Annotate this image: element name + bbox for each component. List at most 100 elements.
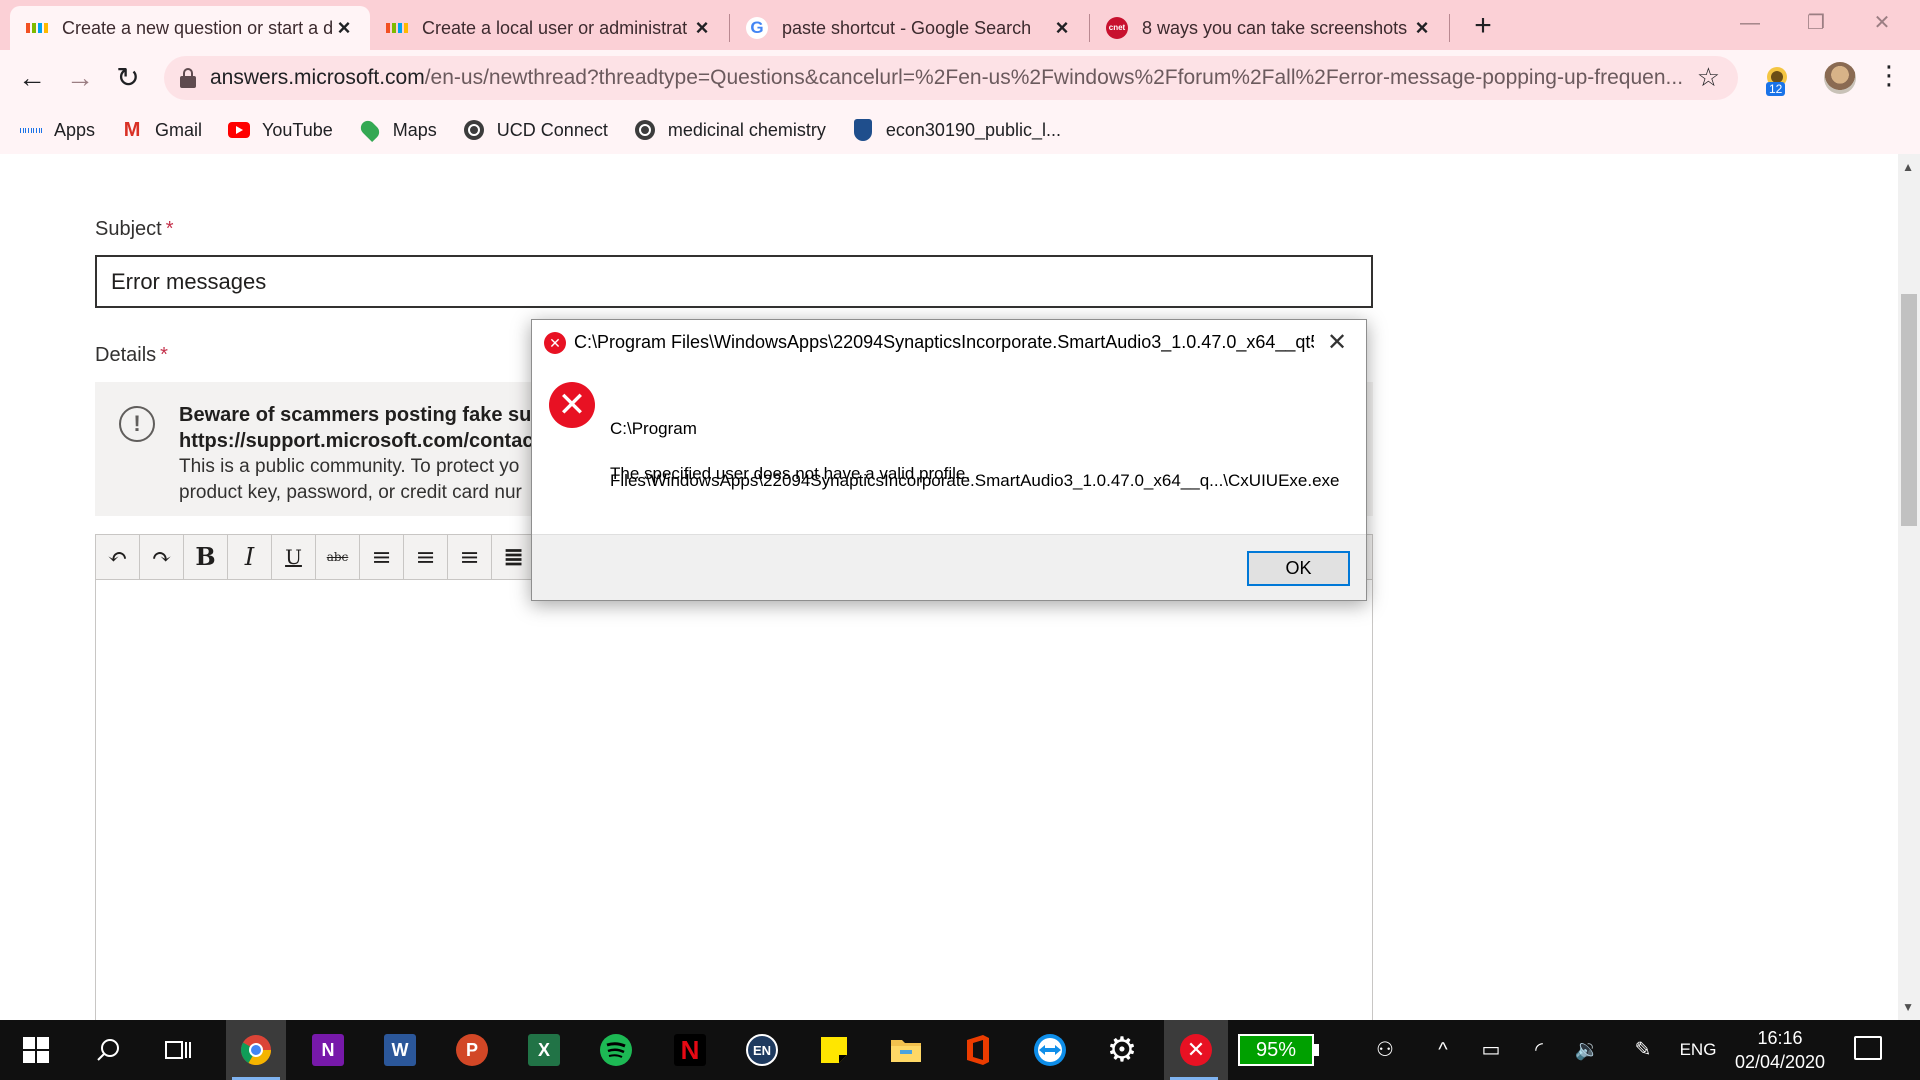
close-tab-icon[interactable]: × [1050,16,1074,40]
battery-nub [1314,1044,1319,1056]
minimize-button[interactable]: — [1720,6,1780,40]
bookmark-econ30190[interactable]: econ30190_public_l... [852,119,1061,141]
subject-label: Subject * [95,218,174,240]
tab-google-search[interactable]: G paste shortcut - Google Search × [730,6,1088,50]
profile-avatar[interactable] [1824,62,1856,94]
dialog-titlebar[interactable]: ✕ C:\Program Files\WindowsApps\22094Syna… [532,320,1366,366]
notifications-icon[interactable] [1854,1036,1882,1060]
tab-title: 8 ways you can take screenshots [1142,17,1408,38]
tab-separator [1449,14,1450,42]
start-button[interactable] [6,1020,66,1080]
search-button[interactable] [78,1020,138,1080]
warning-title: Beware of scammers posting fake suppo ht… [179,404,569,452]
bookmark-ucd-connect[interactable]: UCD Connect [463,119,608,141]
taskbar-file-explorer[interactable] [876,1020,936,1080]
taskbar-powerpoint[interactable]: P [442,1020,502,1080]
taskbar-language-app[interactable]: EN [732,1020,792,1080]
error-icon: ✕ [1180,1034,1212,1066]
taskbar-excel[interactable]: X [514,1020,574,1080]
lock-icon [180,68,196,88]
forward-button[interactable]: → [62,60,98,96]
restore-button[interactable]: ❐ [1786,6,1846,40]
clock-date: 02/04/2020 [1734,1052,1826,1072]
taskbar-office[interactable] [948,1020,1008,1080]
task-view-button[interactable] [148,1020,208,1080]
bookmark-label: YouTube [262,119,333,140]
bookmark-maps[interactable]: Maps [357,117,437,143]
spotify-icon [600,1034,632,1066]
bookmark-star-icon[interactable]: ☆ [1697,62,1720,93]
bookmark-label: Maps [392,119,437,140]
close-tab-icon[interactable]: × [1410,16,1434,40]
bold-icon[interactable]: B [184,535,228,579]
scroll-thumb[interactable] [1901,294,1917,526]
excel-icon: X [528,1034,560,1066]
sticky-notes-icon [821,1037,847,1063]
powerpoint-icon: P [456,1034,488,1066]
clock-time: 16:16 [1757,1028,1803,1048]
bookmark-medicinal-chemistry[interactable]: medicinal chemistry [634,119,826,141]
tab-cnet-screenshots[interactable]: cnet 8 ways you can take screenshots × [1090,6,1448,50]
volume-icon[interactable]: 🔉 [1570,1020,1604,1080]
url-text: answers.microsoft.com/en-us/newthread?th… [210,66,1684,89]
people-icon[interactable]: ⚇ [1368,1020,1402,1080]
pen-icon[interactable]: ✎ [1626,1020,1660,1080]
error-dialog: ✕ C:\Program Files\WindowsApps\22094Syna… [531,319,1367,601]
italic-icon[interactable]: I [228,535,272,579]
align-center-icon[interactable]: ≡ [404,535,448,579]
back-button[interactable]: ← [14,60,50,96]
tab-create-local-user[interactable]: Create a local user or administrat × [370,6,728,50]
taskbar-chrome[interactable] [226,1020,286,1080]
strikethrough-icon[interactable]: abc [316,535,360,579]
details-editor[interactable] [95,580,1373,1040]
taskbar-teamviewer[interactable] [1020,1020,1080,1080]
taskbar-word[interactable]: W [370,1020,430,1080]
gear-icon: ⚙ [1106,1031,1138,1069]
tray-chevron-up-icon[interactable]: ^ [1428,1020,1458,1080]
battery-indicator[interactable]: 95% [1238,1034,1314,1066]
dialog-body: ✕ C:\Program Files\WindowsApps\22094Syna… [532,366,1366,534]
crest-icon [852,119,874,141]
redo-icon[interactable]: ↷ [140,535,184,579]
taskbar-netflix[interactable]: N [660,1020,720,1080]
google-logo-icon: G [746,17,768,39]
office-icon [967,1035,989,1065]
wifi-icon[interactable]: ◜ [1522,1020,1556,1080]
bookmark-apps[interactable]: Apps [19,119,96,141]
subject-input[interactable]: Error messages [95,255,1373,308]
gmail-icon: M [123,118,141,141]
teamviewer-icon [1034,1034,1066,1066]
align-left-icon[interactable]: ≡ [360,535,404,579]
reload-button[interactable]: ↻ [110,60,146,96]
page-scrollbar[interactable]: ▲ ▼ [1898,154,1920,1020]
underline-icon[interactable]: U [272,535,316,579]
taskbar-error-dialog[interactable]: ✕ [1164,1020,1228,1080]
battery-tray-icon[interactable]: ▭ [1474,1020,1508,1080]
taskbar-onenote[interactable]: N [298,1020,358,1080]
system-clock[interactable]: 16:16 02/04/2020 [1720,1026,1840,1074]
address-bar[interactable]: answers.microsoft.com/en-us/newthread?th… [164,56,1738,100]
bookmark-youtube[interactable]: YouTube [228,119,333,141]
undo-icon[interactable]: ↶ [96,535,140,579]
scroll-down-arrow-icon[interactable]: ▼ [1902,1000,1914,1014]
new-tab-button[interactable]: + [1466,10,1500,44]
scroll-up-arrow-icon[interactable]: ▲ [1902,160,1914,174]
tab-create-question[interactable]: Create a new question or start a d × [10,6,370,50]
taskbar-settings[interactable]: ⚙ [1092,1020,1152,1080]
bookmark-label: econ30190_public_l... [885,119,1062,140]
taskbar-sticky-notes[interactable] [804,1020,864,1080]
language-indicator[interactable]: ENG [1672,1020,1724,1080]
dialog-close-button[interactable]: ✕ [1322,328,1352,357]
justify-icon[interactable]: ≣ [492,535,536,579]
close-tab-icon[interactable]: × [332,16,356,40]
taskbar-spotify[interactable] [586,1020,646,1080]
close-window-button[interactable]: ✕ [1852,6,1912,40]
bookmark-label: Apps [54,119,96,140]
bookmark-gmail[interactable]: M Gmail [121,119,202,141]
tab-title: paste shortcut - Google Search [782,17,1032,38]
close-tab-icon[interactable]: × [690,16,714,40]
more-menu-icon[interactable]: ⋮ [1876,60,1902,91]
ok-button[interactable]: OK [1247,551,1350,586]
microsoft-logo-icon [26,17,48,39]
align-right-icon[interactable]: ≡ [448,535,492,579]
